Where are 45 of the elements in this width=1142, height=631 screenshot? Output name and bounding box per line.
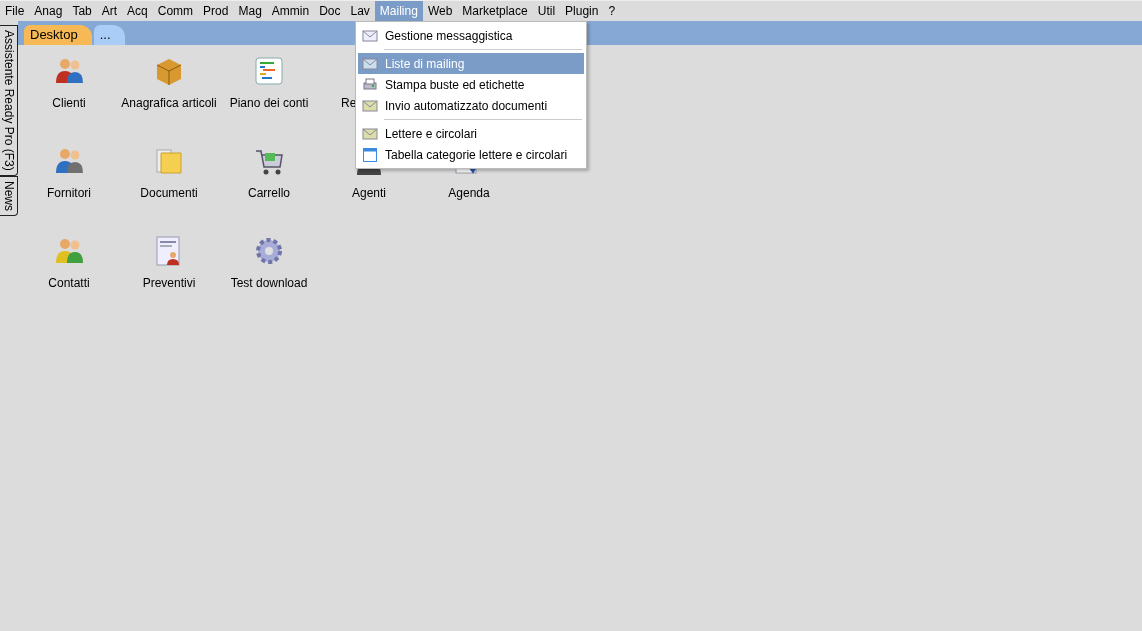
menu-item[interactable]: Mag [233, 1, 267, 21]
icon-label[interactable]: Contatti [48, 276, 90, 290]
envelope-icon [362, 125, 378, 142]
tab[interactable]: Desktop [24, 25, 92, 45]
menu-item[interactable]: Lettere e circolari [358, 123, 584, 144]
icon-label[interactable]: Agenti [352, 186, 386, 200]
tab[interactable]: ... [93, 25, 125, 45]
menu-item[interactable]: Tabella categorie lettere e circolari [358, 144, 584, 165]
icon-label[interactable]: Clienti [52, 96, 86, 110]
settings-icon[interactable] [253, 235, 285, 267]
menu-item[interactable]: Gestione messaggistica [358, 25, 584, 46]
menu-item[interactable]: Doc [314, 1, 346, 21]
icon-label[interactable]: Test download [230, 276, 308, 290]
icon-label[interactable]: Preventivi [142, 276, 196, 290]
icon-label[interactable]: Fornitori [47, 186, 91, 200]
menu-item[interactable]: Tab [67, 1, 97, 21]
menu-item[interactable]: Lav [345, 1, 375, 21]
menu-item[interactable]: Plugin [560, 1, 604, 21]
menu-item[interactable]: File [0, 1, 30, 21]
menu-item[interactable]: Anag [29, 1, 68, 21]
envelope-icon [362, 27, 378, 44]
menu-item[interactable]: Web [422, 1, 458, 21]
icon-label[interactable]: Re [319, 96, 357, 110]
menu-item[interactable]: Stampa buste ed etichette [358, 74, 584, 95]
envelope-icon [362, 97, 378, 114]
icon-label[interactable]: Documenti [140, 186, 198, 200]
table-icon [362, 146, 378, 163]
menu-item[interactable]: Acq [122, 1, 153, 21]
side-tab[interactable]: News [0, 175, 18, 216]
icon-label[interactable]: Carrello [248, 186, 290, 200]
menu-item[interactable]: Ammin [266, 1, 315, 21]
chart-icon[interactable] [253, 55, 285, 87]
menu-item[interactable]: ? [603, 1, 621, 21]
menu-item[interactable]: Marketplace [457, 1, 533, 21]
menu-item[interactable]: Util [532, 1, 561, 21]
menu-item[interactable]: Art [96, 1, 123, 21]
menu-item[interactable]: Prod [198, 1, 234, 21]
icon-label[interactable]: Anagrafica articoli [121, 96, 217, 110]
envelope-icon [362, 55, 378, 72]
menu-item[interactable]: Invio automatizzato documenti [358, 95, 584, 116]
icon-label[interactable]: Agenda [448, 186, 490, 200]
printer-icon [362, 76, 378, 93]
side-tab[interactable]: Assistente Ready Pro (F3) [0, 25, 18, 176]
icon-label[interactable]: Piano dei conti [229, 96, 309, 110]
menu-item[interactable]: Comm [152, 1, 199, 21]
